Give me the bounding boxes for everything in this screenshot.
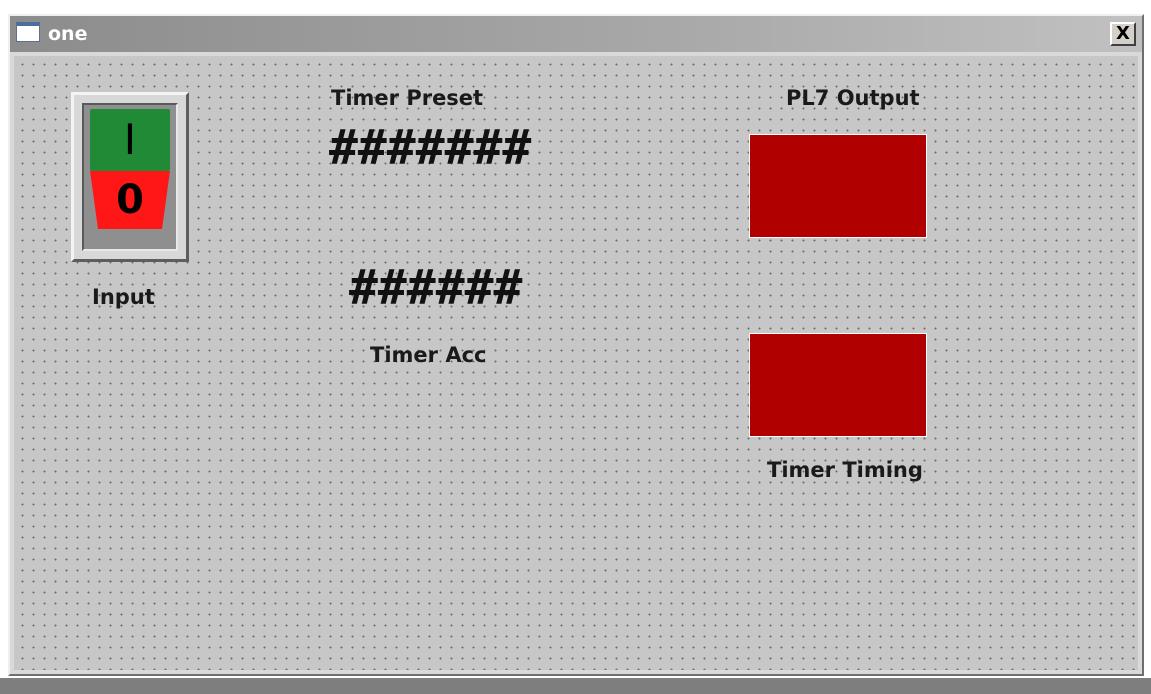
hmi-canvas: I 0 Input Timer Preset ####### ###### Ti… [14, 56, 1138, 670]
timer-timing-indicator [749, 333, 927, 437]
window-title: one [48, 23, 88, 45]
switch-housing: I 0 [82, 103, 178, 251]
input-label: Input [92, 285, 155, 309]
window-icon [16, 22, 40, 42]
title-bar[interactable]: one X [10, 16, 1142, 52]
timer-preset-display: ####### [329, 120, 532, 176]
timer-preset-label: Timer Preset [331, 86, 484, 110]
timer-acc-label: Timer Acc [370, 343, 487, 367]
status-bar [0, 678, 1151, 694]
hmi-window: one X I 0 Input Timer Preset ####### ###… [8, 14, 1144, 676]
timer-acc-display: ###### [349, 260, 523, 316]
timer-timing-label: Timer Timing [767, 458, 923, 482]
switch-off-position[interactable]: 0 [90, 171, 170, 229]
pl7-output-label: PL7 Output [786, 86, 920, 110]
pl7-output-indicator [749, 134, 927, 238]
switch-on-position[interactable]: I [90, 109, 170, 171]
input-switch[interactable]: I 0 [71, 92, 189, 262]
close-button[interactable]: X [1110, 22, 1136, 46]
